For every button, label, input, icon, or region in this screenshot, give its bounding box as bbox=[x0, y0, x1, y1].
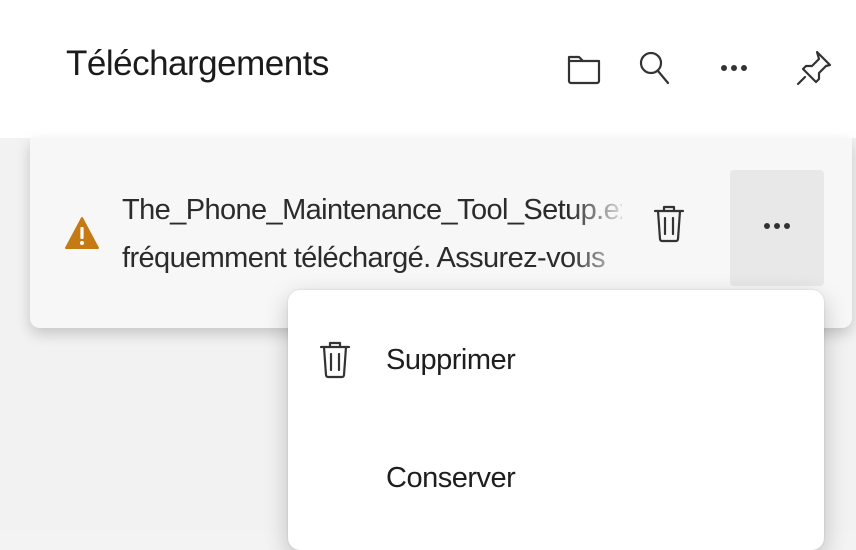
pin-icon bbox=[793, 47, 835, 89]
trash-icon bbox=[318, 338, 352, 385]
menu-item-label: Supprimer bbox=[386, 344, 516, 376]
more-options-button[interactable] bbox=[706, 40, 762, 96]
download-context-menu: Supprimer Conserver bbox=[288, 290, 824, 550]
folder-icon bbox=[564, 48, 604, 88]
menu-item-keep[interactable]: Conserver bbox=[288, 440, 824, 520]
downloads-header: Téléchargements bbox=[0, 0, 856, 138]
warning-icon bbox=[64, 216, 100, 255]
menu-item-label: Conserver bbox=[386, 462, 516, 494]
delete-download-button[interactable] bbox=[638, 192, 700, 258]
download-warning-message: fréquemment téléchargé. Assurez-vous bbox=[122, 242, 606, 274]
download-item-text: The_Phone_Maintenance_Tool_Setup.exe fré… bbox=[122, 186, 622, 282]
trash-icon bbox=[652, 202, 686, 249]
more-icon bbox=[714, 62, 754, 74]
download-filename: The_Phone_Maintenance_Tool_Setup.exe bbox=[122, 194, 622, 226]
pin-panel-button[interactable] bbox=[786, 40, 842, 96]
menu-item-delete[interactable]: Supprimer bbox=[288, 322, 824, 402]
more-icon bbox=[757, 219, 797, 237]
search-downloads-button[interactable] bbox=[626, 40, 682, 96]
text-fade bbox=[570, 182, 630, 286]
panel-title: Téléchargements bbox=[66, 44, 329, 83]
search-icon bbox=[634, 48, 674, 88]
open-folder-button[interactable] bbox=[556, 40, 612, 96]
downloads-panel: Téléchargements The_Phone_Maintenance_To… bbox=[0, 0, 856, 550]
download-more-actions-button[interactable] bbox=[730, 170, 824, 286]
